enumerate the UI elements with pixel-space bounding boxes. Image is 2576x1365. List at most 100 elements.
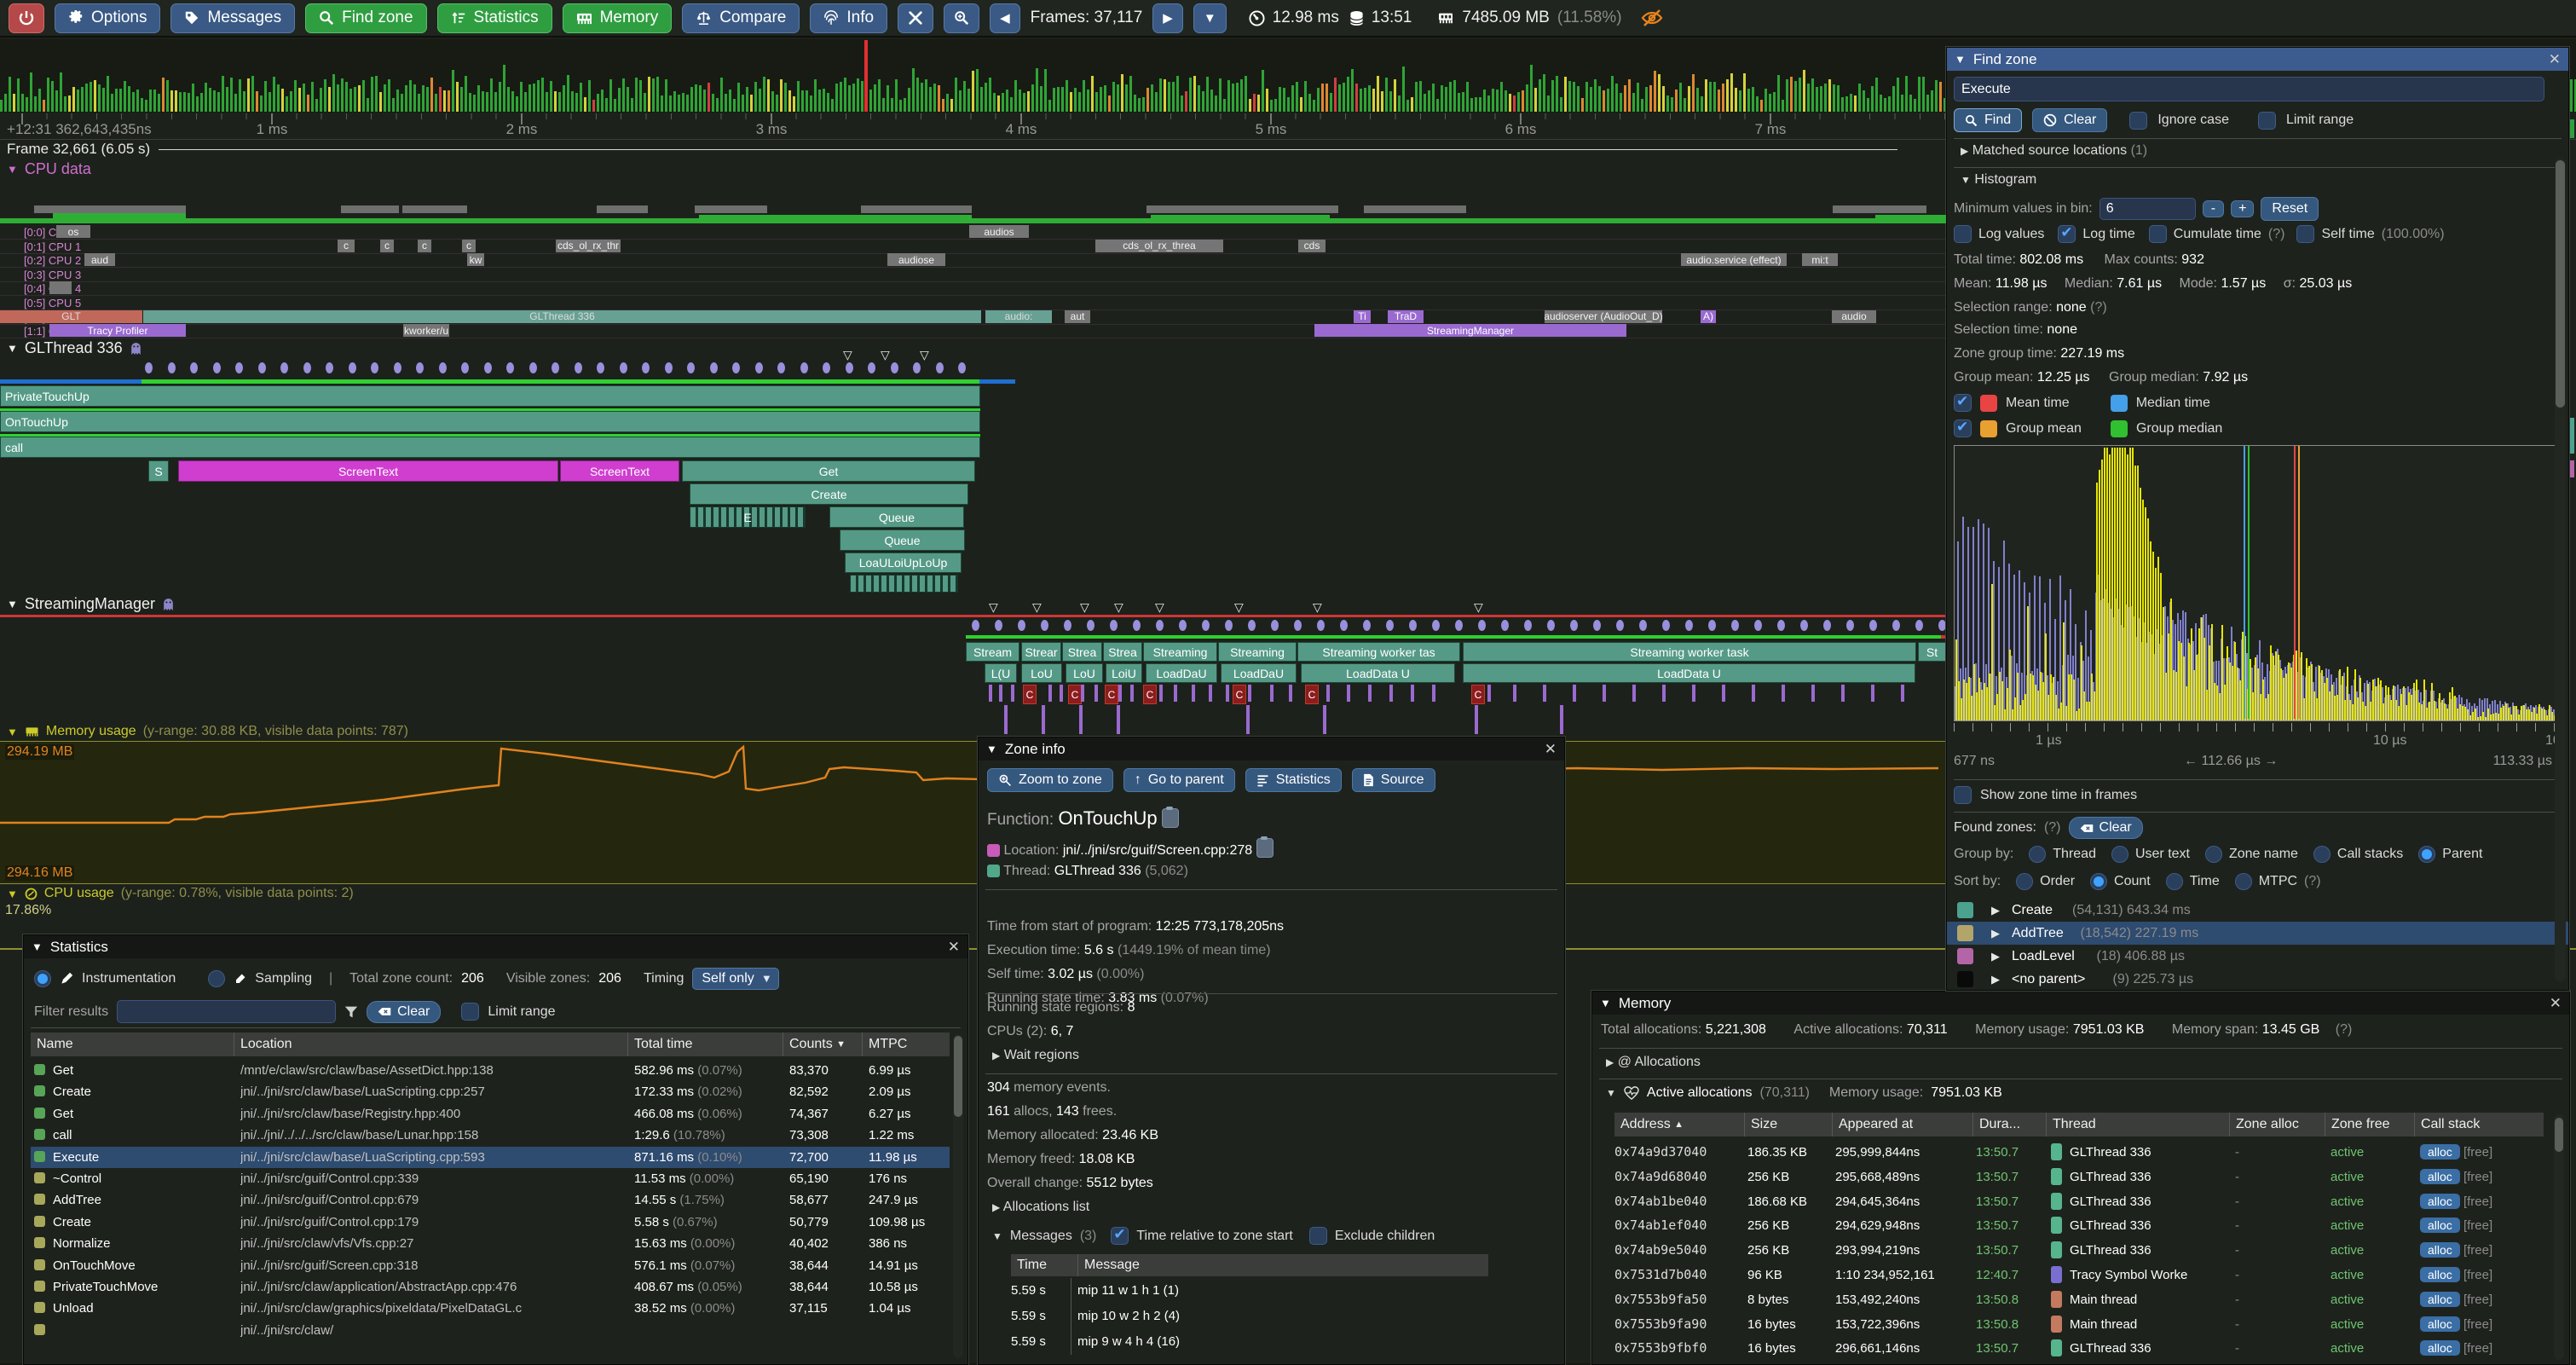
zone-bar[interactable]: S [148,460,169,482]
funnel-icon[interactable] [344,1005,358,1019]
sample-dot[interactable] [1547,620,1555,631]
sample-dot[interactable] [552,362,559,373]
sample-dot[interactable] [145,362,153,373]
frame-marker-icon[interactable]: ▽ [1080,600,1089,615]
sample-dot[interactable] [1455,620,1463,631]
found-zone-group-row[interactable]: ▶<no parent>(9) 225.73 µs [1947,968,2568,991]
sort-by-radio-time[interactable] [2166,873,2183,890]
cpu-timeline-fragment[interactable]: Ti [1354,310,1371,323]
group-mean-checkbox[interactable] [1954,419,1972,437]
statistics-table-row[interactable]: Executejni/../jni/src/claw/base/LuaScrip… [31,1147,950,1168]
alloc-callstack-button[interactable]: alloc [2420,1292,2460,1307]
fz-limit-range-checkbox[interactable] [2258,112,2276,130]
zone-bar[interactable]: L(U [985,663,1017,683]
sample-dot[interactable] [732,362,740,373]
cpu-timeline-fragment[interactable]: A) [1701,310,1716,323]
bin-plus-button[interactable]: + [2231,200,2254,217]
frame-marker-icon[interactable]: ▽ [920,348,929,362]
sample-dot[interactable] [1271,620,1279,631]
sample-dot[interactable] [1294,620,1302,631]
sample-dot[interactable] [168,362,176,373]
col-thread[interactable]: Thread [2046,1113,2229,1137]
cumulate-time-checkbox[interactable] [2149,225,2167,243]
sample-dot[interactable] [1432,620,1440,631]
statistics-table-row[interactable]: OnTouchMovejni/../jni/src/guif/Screen.cp… [31,1255,950,1276]
allocation-row[interactable]: 0x74a9d37040186.35 KB295,999,844ns13:50.… [1614,1140,2544,1165]
col-duration[interactable]: Dura... [1972,1113,2046,1137]
sample-dot[interactable] [1823,620,1831,631]
zoom-tool-button[interactable] [944,3,979,33]
clipboard-icon[interactable] [1256,838,1274,858]
bin-minus-button[interactable]: - [2203,200,2224,217]
zone-bar[interactable]: Streaming worker tas [1297,642,1460,662]
sample-dot[interactable] [687,362,695,373]
alloc-callstack-button[interactable]: alloc [2420,1267,2460,1282]
sample-dot[interactable] [710,362,718,373]
alloc-callstack-button[interactable]: alloc [2420,1242,2460,1258]
alloc-callstack-button[interactable]: alloc [2420,1340,2460,1356]
sample-dot[interactable] [1156,620,1164,631]
statistics-table-row[interactable]: Get/mnt/e/claw/src/claw/base/AssetDict.h… [31,1060,950,1081]
cpu-timeline-fragment[interactable]: StreamingManager [1314,324,1626,337]
find-zone-titlebar[interactable]: ▼ Find zone ✕ [1947,48,2568,71]
zone-bar[interactable]: PrivateTouchUp [0,385,980,407]
statistics-table-row[interactable]: ~Controljni/../jni/src/guif/Control.cpp:… [31,1168,950,1189]
sample-dot[interactable] [303,362,311,373]
sample-dot[interactable] [1087,620,1095,631]
sample-dot[interactable] [371,362,378,373]
sample-dot[interactable] [995,620,1002,631]
frame-marker-icon[interactable]: ▽ [1474,600,1483,615]
instrumentation-radio[interactable] [34,970,51,987]
close-icon[interactable]: ✕ [1545,741,1557,758]
glthread-header[interactable]: ▼ GLThread 336 [7,339,142,357]
cpu-timeline-fragment[interactable]: mi:t [1802,253,1838,266]
sample-dot[interactable] [349,362,356,373]
find-zone-histogram[interactable] [1954,445,2557,721]
sample-dot[interactable] [1938,620,1946,631]
cpu-timeline-fragment[interactable]: cds_ol_rx_threa [1095,240,1223,252]
cpu-timeline-fragment[interactable]: audio: [985,310,1052,323]
group-by-radio-call-stacks[interactable] [2313,846,2331,863]
group-by-radio-parent[interactable] [2418,846,2435,863]
memory-usage-plot[interactable]: 294.19 MB 294.16 MB [0,741,1946,884]
sample-dot[interactable] [1248,620,1256,631]
sample-dot[interactable] [1639,620,1647,631]
statistics-table-row[interactable]: jni/../jni/src/claw/ [31,1320,950,1341]
zone-bar[interactable]: Streaming worker task [1463,642,1916,662]
messages-row[interactable]: ▼ Messages(3) Time relative to zone star… [992,1227,1435,1245]
show-zone-time-checkbox[interactable] [1954,786,1972,804]
sampling-radio[interactable] [208,970,225,987]
sample-dot[interactable] [891,362,898,373]
cpu-timeline-fragment[interactable]: cds_ol_rx_thr [556,240,621,252]
find-button[interactable]: Find [1954,108,2022,132]
frame-marker-icon[interactable]: ▽ [989,600,998,615]
sample-dot[interactable] [1869,620,1877,631]
close-icon[interactable]: ✕ [948,939,960,956]
statistics-table-row[interactable]: Normalizejni/../jni/src/claw/vfs/Vfs.cpp… [31,1233,950,1254]
found-clear-button[interactable]: Clear [2069,817,2143,839]
sample-dot[interactable] [755,362,763,373]
find-zone-search-input[interactable]: Execute [1954,77,2544,101]
cpu-timeline-fragment[interactable]: c [380,240,394,252]
frame-marker-icon[interactable]: ▽ [1234,600,1244,615]
streaming-header[interactable]: ▼ StreamingManager [7,595,175,613]
sample-dot[interactable] [620,362,627,373]
alloc-callstack-button[interactable]: alloc [2420,1194,2460,1209]
zone-bar[interactable]: LoU [1066,663,1103,683]
cpu-timeline-fragment[interactable]: audio.service (effect) [1681,253,1787,266]
statistics-scrollbar[interactable] [953,1034,963,1358]
sample-dot[interactable] [575,362,582,373]
timing-dropdown[interactable]: Self only [692,968,778,990]
sample-dot[interactable] [823,362,830,373]
cpu-timeline-fragment[interactable]: Tracy Profiler [49,324,186,337]
zone-bar-c[interactable]: C [1305,685,1319,704]
alloc-callstack-button[interactable]: alloc [2420,1169,2460,1184]
sample-dot[interactable] [642,362,650,373]
cpu-timeline-fragment[interactable]: c [462,240,476,252]
histogram-row[interactable]: ▼ Histogram [1961,172,2036,188]
zone-bar[interactable]: LoiU [1106,663,1142,683]
sample-dot[interactable] [665,362,673,373]
col-mtpc[interactable]: MTPC [862,1032,950,1056]
col-total-time[interactable]: Total time [627,1032,783,1056]
memory-window-titlebar[interactable]: ▼ Memory ✕ [1592,992,2569,1015]
